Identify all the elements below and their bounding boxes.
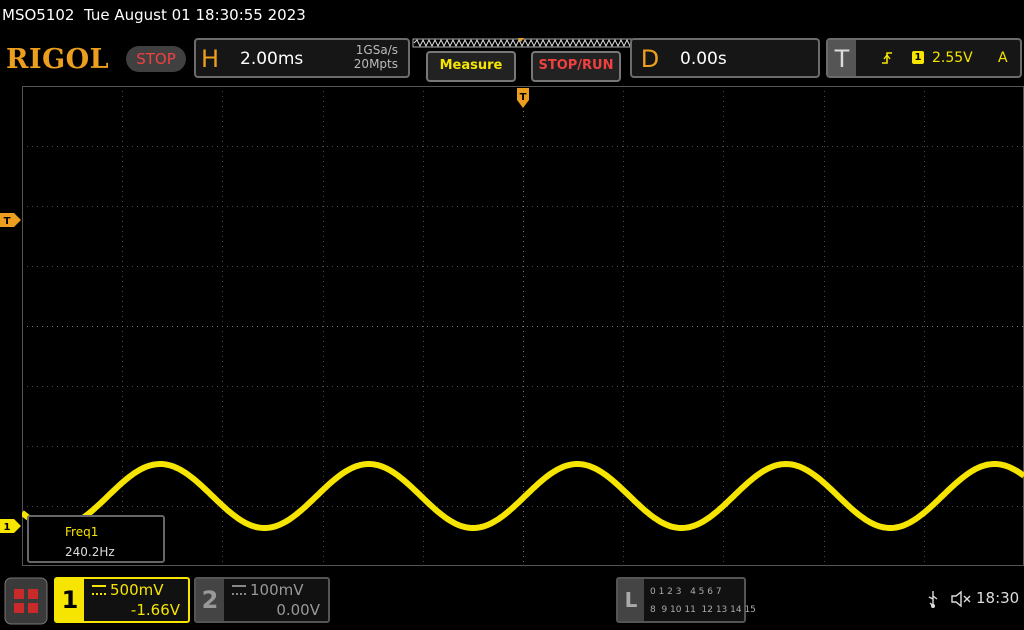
delay-letter: D bbox=[640, 45, 660, 73]
channel2-number: 2 bbox=[196, 579, 224, 621]
run-state-badge[interactable]: STOP bbox=[126, 46, 186, 72]
delay-panel[interactable]: D 0.00s bbox=[630, 38, 820, 78]
logic-channels-row2: 8 9 10 11 12 13 14 15 bbox=[650, 605, 756, 615]
trigger-position-marker[interactable]: T bbox=[515, 86, 531, 110]
channel1-offset: -1.66V bbox=[130, 601, 180, 619]
dc-coupling-icon bbox=[92, 585, 106, 595]
trigger-letter: T bbox=[828, 40, 856, 76]
channel1-scale: 500mV bbox=[110, 581, 164, 599]
horizontal-panel[interactable]: H 2.00ms 1GSa/s 20Mpts bbox=[194, 38, 410, 78]
logic-channels-row1: 0 1 2 3 4 5 6 7 bbox=[650, 587, 722, 597]
measure-button[interactable]: Measure bbox=[426, 51, 516, 82]
svg-text:1: 1 bbox=[4, 522, 11, 533]
channel1-panel[interactable]: 1 500mV -1.66V bbox=[54, 577, 190, 623]
menu-icon[interactable] bbox=[4, 577, 48, 625]
trigger-level-marker[interactable]: T bbox=[0, 212, 22, 228]
delay-value: 0.00s bbox=[680, 49, 727, 69]
waveform-display[interactable] bbox=[22, 86, 1024, 566]
measurement-box[interactable]: Freq1 240.2Hz bbox=[27, 515, 165, 563]
channel1-number: 1 bbox=[56, 579, 84, 621]
dc-coupling-icon bbox=[232, 585, 246, 595]
trigger-source-badge: 1 bbox=[912, 51, 924, 64]
channel2-panel[interactable]: 2 100mV 0.00V bbox=[194, 577, 330, 623]
bottom-bar: 1 500mV -1.66V 2 100mV 0.00V L 0 1 2 3 4… bbox=[0, 573, 1024, 630]
logic-panel[interactable]: L 0 1 2 3 4 5 6 7 8 9 10 11 12 13 14 15 bbox=[616, 577, 756, 623]
channel2-offset: 0.00V bbox=[276, 601, 320, 619]
svg-text:T: T bbox=[4, 216, 11, 227]
brand-logo: RIGOL bbox=[6, 44, 110, 75]
logic-letter: L bbox=[618, 579, 644, 621]
trigger-panel[interactable]: T 1 2.55V A bbox=[826, 38, 1022, 78]
memory-position-bar[interactable] bbox=[412, 36, 636, 50]
speaker-muted-icon[interactable] bbox=[950, 589, 972, 609]
measurement-value: 240.2Hz bbox=[65, 545, 115, 559]
channel1-ground-marker[interactable]: 1 bbox=[0, 518, 22, 534]
sample-rate: 1GSa/s bbox=[355, 43, 398, 57]
trigger-mode: A bbox=[998, 50, 1008, 66]
timebase-value: 2.00ms bbox=[240, 49, 304, 69]
stop-run-button[interactable]: STOP/RUN bbox=[531, 51, 621, 82]
trigger-edge-icon bbox=[882, 52, 892, 64]
channel2-scale: 100mV bbox=[250, 581, 304, 599]
window-title: MSO5102 Tue August 01 18:30:55 2023 bbox=[2, 6, 306, 24]
channel1-trace bbox=[22, 461, 1024, 531]
horizontal-letter: H bbox=[200, 45, 220, 73]
status-line: MSO5102 Tue August 01 18:30:55 2023 bbox=[0, 0, 1024, 34]
clock: 18:30 bbox=[976, 589, 1020, 607]
measurement-label: Freq1 bbox=[65, 525, 99, 539]
toolbar: RIGOL STOP H 2.00ms 1GSa/s 20Mpts Measur… bbox=[0, 36, 1024, 84]
svg-text:T: T bbox=[520, 92, 527, 103]
trigger-level: 2.55V bbox=[932, 50, 973, 66]
memory-depth: 20Mpts bbox=[353, 57, 398, 71]
usb-icon bbox=[928, 591, 938, 608]
